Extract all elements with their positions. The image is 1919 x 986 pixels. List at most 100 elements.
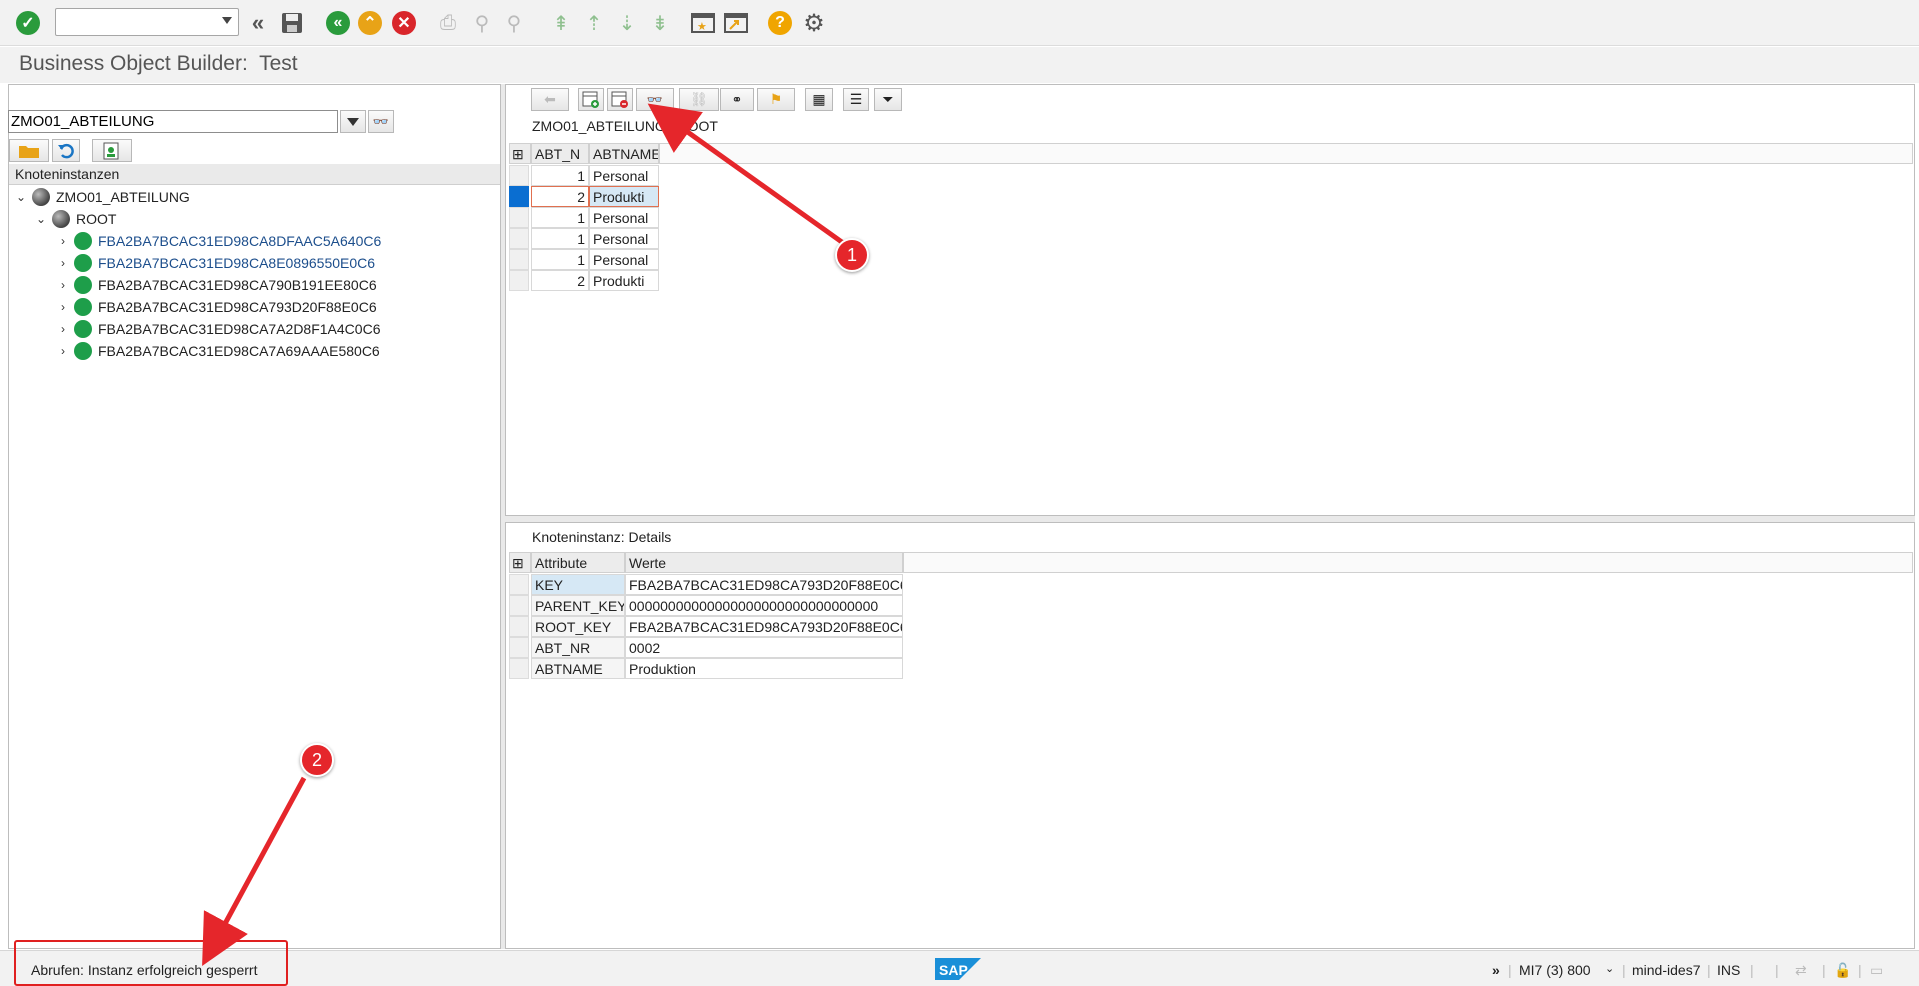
cancel-icon[interactable]: ✕ <box>390 9 418 37</box>
help-icon[interactable]: ? <box>766 9 794 37</box>
align-button[interactable]: ☰ <box>843 88 869 111</box>
chevron-right-icon[interactable]: › <box>56 234 70 248</box>
attribute-cell[interactable]: PARENT_KEY <box>531 595 625 616</box>
bo-name-input[interactable] <box>8 110 338 133</box>
tree-instance-row[interactable]: › FBA2BA7BCAC31ED98CA8E0896550E0C6 <box>56 252 375 274</box>
folder-menu-button[interactable] <box>9 139 49 162</box>
chevron-right-icon[interactable]: › <box>56 256 70 270</box>
grid-settings-icon[interactable]: ⊞ <box>509 552 531 573</box>
row-selector[interactable] <box>509 249 529 270</box>
last-page-icon[interactable]: ⇟ <box>646 9 674 37</box>
lock-icon[interactable]: 🔓 <box>1834 962 1851 979</box>
table-cell[interactable]: Produkti <box>589 270 659 291</box>
system-info[interactable]: MI7 (3) 800 <box>1519 962 1591 978</box>
open-bo-button[interactable]: 👓 <box>368 110 394 133</box>
chevron-right-icon[interactable]: › <box>56 344 70 358</box>
chevron-down-icon[interactable] <box>222 17 232 24</box>
row-selector[interactable] <box>509 207 529 228</box>
chevron-down-icon[interactable]: ⌄ <box>14 190 28 204</box>
table-cell[interactable]: Personal <box>589 228 659 249</box>
collapse-command-icon[interactable]: « <box>244 9 272 37</box>
refresh-button[interactable] <box>52 139 80 162</box>
tree-node-row[interactable]: ⌄ ROOT <box>34 208 116 230</box>
attribute-cell[interactable]: ABT_NR <box>531 637 625 658</box>
tree-root-row[interactable]: ⌄ ZMO01_ABTEILUNG <box>14 186 190 208</box>
row-selector[interactable] <box>509 616 529 637</box>
disabled-action-button[interactable]: ⛓ <box>679 88 719 111</box>
chevron-right-icon[interactable]: › <box>56 322 70 336</box>
value-cell[interactable]: 00000000000000000000000000000000 <box>625 595 903 616</box>
tree-instance-row[interactable]: › FBA2BA7BCAC31ED98CA8DFAAC5A640C6 <box>56 230 381 252</box>
table-cell[interactable]: Personal <box>589 249 659 270</box>
grid-settings-icon[interactable]: ⊞ <box>509 143 531 164</box>
table-cell[interactable]: Personal <box>589 207 659 228</box>
row-selector[interactable] <box>509 270 529 291</box>
tree-instance-label[interactable]: FBA2BA7BCAC31ED98CA8DFAAC5A640C6 <box>98 233 381 249</box>
check-icon[interactable]: ✓ <box>14 9 42 37</box>
layout-button[interactable]: ▦ <box>805 88 833 111</box>
table-cell[interactable]: 2 <box>531 270 589 291</box>
tree-instance-row[interactable]: › FBA2BA7BCAC31ED98CA790B191EE80C6 <box>56 274 377 296</box>
next-page-icon[interactable]: ⇣ <box>613 9 641 37</box>
tree-instance-label[interactable]: FBA2BA7BCAC31ED98CA7A2D8F1A4C0C6 <box>98 321 380 337</box>
tree-instance-row[interactable]: › FBA2BA7BCAC31ED98CA7A69AAAE580C6 <box>56 340 380 362</box>
tree-instance-label[interactable]: FBA2BA7BCAC31ED98CA7A69AAAE580C6 <box>98 343 380 359</box>
row-selector[interactable] <box>509 228 529 249</box>
save-icon[interactable] <box>278 9 306 37</box>
dropdown-button[interactable] <box>340 110 366 133</box>
insert-row-button[interactable] <box>578 88 604 111</box>
table-cell-selected[interactable]: Produkti <box>589 186 659 207</box>
shortcut-icon[interactable] <box>722 9 750 37</box>
value-cell[interactable]: Produktion <box>625 658 903 679</box>
tree-instance-label[interactable]: FBA2BA7BCAC31ED98CA8E0896550E0C6 <box>98 255 375 271</box>
table-cell[interactable]: 1 <box>531 249 589 270</box>
find-next-icon[interactable]: ⚲ <box>500 9 528 37</box>
chevron-right-icon[interactable]: › <box>56 300 70 314</box>
value-cell[interactable]: FBA2BA7BCAC31ED98CA793D20F88E0C6 <box>625 574 903 595</box>
table-cell[interactable]: Personal <box>589 165 659 186</box>
first-page-icon[interactable]: ⇞ <box>547 9 575 37</box>
row-selector[interactable] <box>509 637 529 658</box>
value-cell[interactable]: 0002 <box>625 637 903 658</box>
exit-icon[interactable]: ⌃ <box>356 9 384 37</box>
row-selector[interactable] <box>509 574 529 595</box>
attribute-cell[interactable]: ABTNAME <box>531 658 625 679</box>
attribute-cell-selected[interactable]: KEY <box>531 574 625 595</box>
command-field[interactable] <box>55 8 239 36</box>
layout-status-icon[interactable]: ▭ <box>1870 962 1883 979</box>
tree-instance-label[interactable]: FBA2BA7BCAC31ED98CA793D20F88E0C6 <box>98 299 377 315</box>
column-header-attribute[interactable]: Attribute <box>531 552 625 573</box>
back-arrow-button[interactable]: ⬅ <box>531 88 569 111</box>
prev-page-icon[interactable]: ⇡ <box>580 9 608 37</box>
column-header-abt-nr[interactable]: ABT_N <box>531 143 589 164</box>
expand-status-icon[interactable]: » <box>1492 962 1500 978</box>
back-icon[interactable]: « <box>324 9 352 37</box>
column-header-werte[interactable]: Werte <box>625 552 903 573</box>
chevron-down-icon[interactable]: ⌄ <box>1605 962 1614 975</box>
instance-menu-button[interactable] <box>92 139 132 162</box>
tree-instance-row[interactable]: › FBA2BA7BCAC31ED98CA7A2D8F1A4C0C6 <box>56 318 380 340</box>
transfer-icon[interactable]: ⇄ <box>1795 962 1807 979</box>
chevron-down-icon[interactable]: ⌄ <box>34 212 48 226</box>
action-button[interactable]: ⚑ <box>757 88 795 111</box>
table-cell[interactable]: 1 <box>531 228 589 249</box>
tree-instance-label[interactable]: FBA2BA7BCAC31ED98CA790B191EE80C6 <box>98 277 377 293</box>
table-cell[interactable]: 2 <box>531 186 589 207</box>
input-mode[interactable]: INS <box>1717 962 1740 978</box>
row-selector[interactable] <box>509 165 529 186</box>
new-session-icon[interactable]: ★ <box>689 9 717 37</box>
row-selector[interactable] <box>509 595 529 616</box>
value-cell[interactable]: FBA2BA7BCAC31ED98CA793D20F88E0C6 <box>625 616 903 637</box>
tree-instance-row[interactable]: › FBA2BA7BCAC31ED98CA793D20F88E0C6 <box>56 296 377 318</box>
delete-row-button[interactable] <box>607 88 633 111</box>
find-icon[interactable]: ⚲ <box>468 9 496 37</box>
association-button[interactable]: ⚭ <box>720 88 754 111</box>
settings-icon[interactable]: ⚙ <box>800 9 828 37</box>
row-selector-selected[interactable] <box>509 186 529 207</box>
attribute-cell[interactable]: ROOT_KEY <box>531 616 625 637</box>
print-icon[interactable]: ⎙ <box>434 9 462 37</box>
table-cell[interactable]: 1 <box>531 165 589 186</box>
lock-instance-button[interactable]: 👓 <box>636 88 674 111</box>
filter-button[interactable]: ⏷ <box>874 88 902 111</box>
row-selector[interactable] <box>509 658 529 679</box>
